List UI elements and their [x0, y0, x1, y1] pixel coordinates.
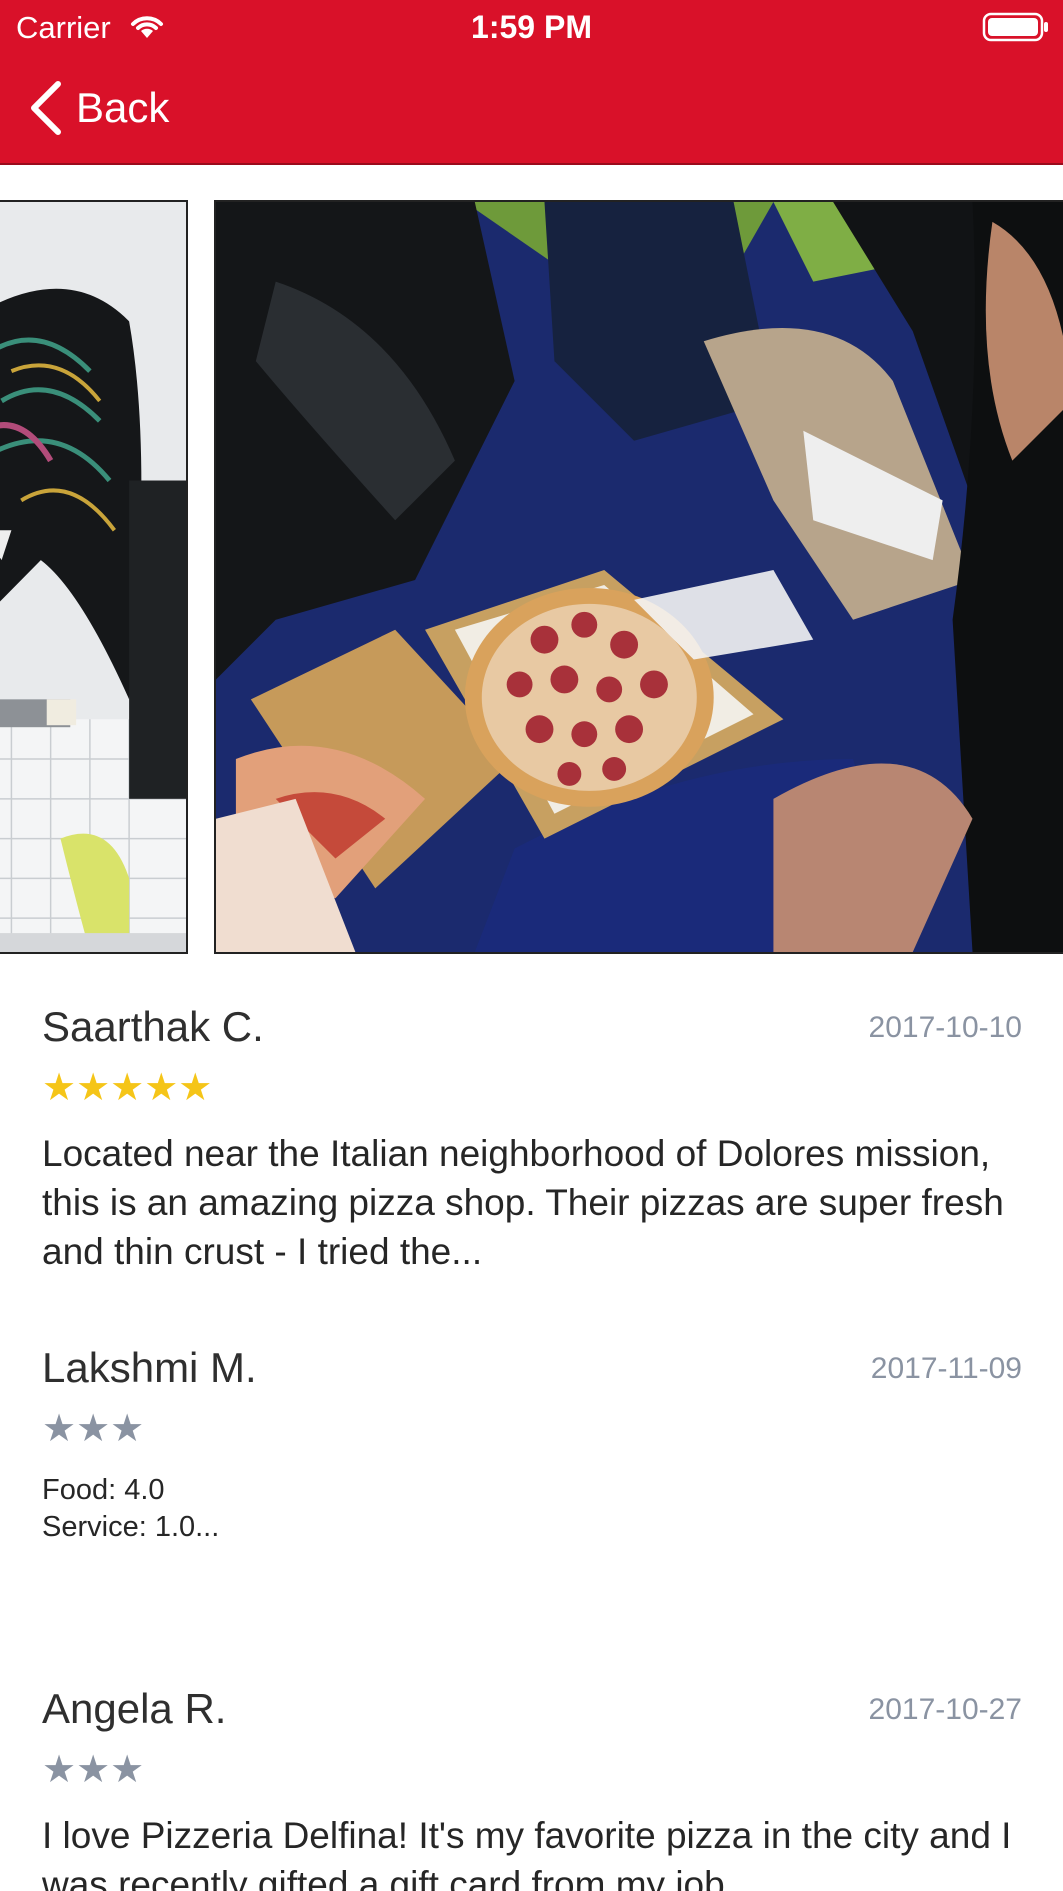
review-screen: Carrier 1:59 PM Back Saarthak C. 2017-10… — [0, 0, 1063, 1891]
star-rating-icon: ★★★ — [42, 1408, 145, 1450]
back-button[interactable]: Back — [28, 78, 169, 138]
restaurant-interior-image — [0, 202, 186, 952]
clock: 1:59 PM — [471, 9, 592, 45]
review-text: Food: 4.0 Service: 1.0... — [42, 1474, 220, 1543]
star-rating-icon: ★★★ — [42, 1749, 145, 1791]
review-item[interactable]: Lakshmi M. 2017-11-09 ★★★ Food: 4.0 Serv… — [42, 1344, 1022, 1584]
reviewer-name: Saarthak C. — [42, 1003, 264, 1050]
review-date: 2017-10-27 — [868, 1693, 1022, 1726]
restaurant-photo[interactable] — [0, 200, 188, 954]
review-date: 2017-11-09 — [870, 1352, 1022, 1385]
review-item[interactable]: Saarthak C. 2017-10-10 ★★★★★ Located nea… — [42, 1003, 1022, 1283]
review-item[interactable]: Angela R. 2017-10-27 ★★★ I love Pizzeria… — [42, 1685, 1022, 1891]
battery-icon — [982, 12, 1048, 42]
reviewer-name: Lakshmi M. — [42, 1344, 257, 1391]
back-label: Back — [76, 84, 170, 131]
review-date: 2017-10-10 — [868, 1011, 1022, 1044]
chevron-left-icon — [31, 81, 61, 135]
review-text: Located near the Italian neighborhood of… — [42, 1133, 1004, 1272]
reviewer-name: Angela R. — [42, 1685, 227, 1732]
star-rating-icon: ★★★★★ — [42, 1067, 213, 1109]
status-bar: Carrier 1:59 PM — [0, 0, 1063, 54]
pizza-picnic-image — [216, 202, 1063, 952]
pizza-photo[interactable] — [214, 200, 1063, 954]
photo-carousel[interactable] — [0, 200, 1063, 958]
review-text: I love Pizzeria Delfina! It's my favorit… — [42, 1815, 1012, 1891]
navigation-header: Carrier 1:59 PM Back — [0, 0, 1063, 165]
